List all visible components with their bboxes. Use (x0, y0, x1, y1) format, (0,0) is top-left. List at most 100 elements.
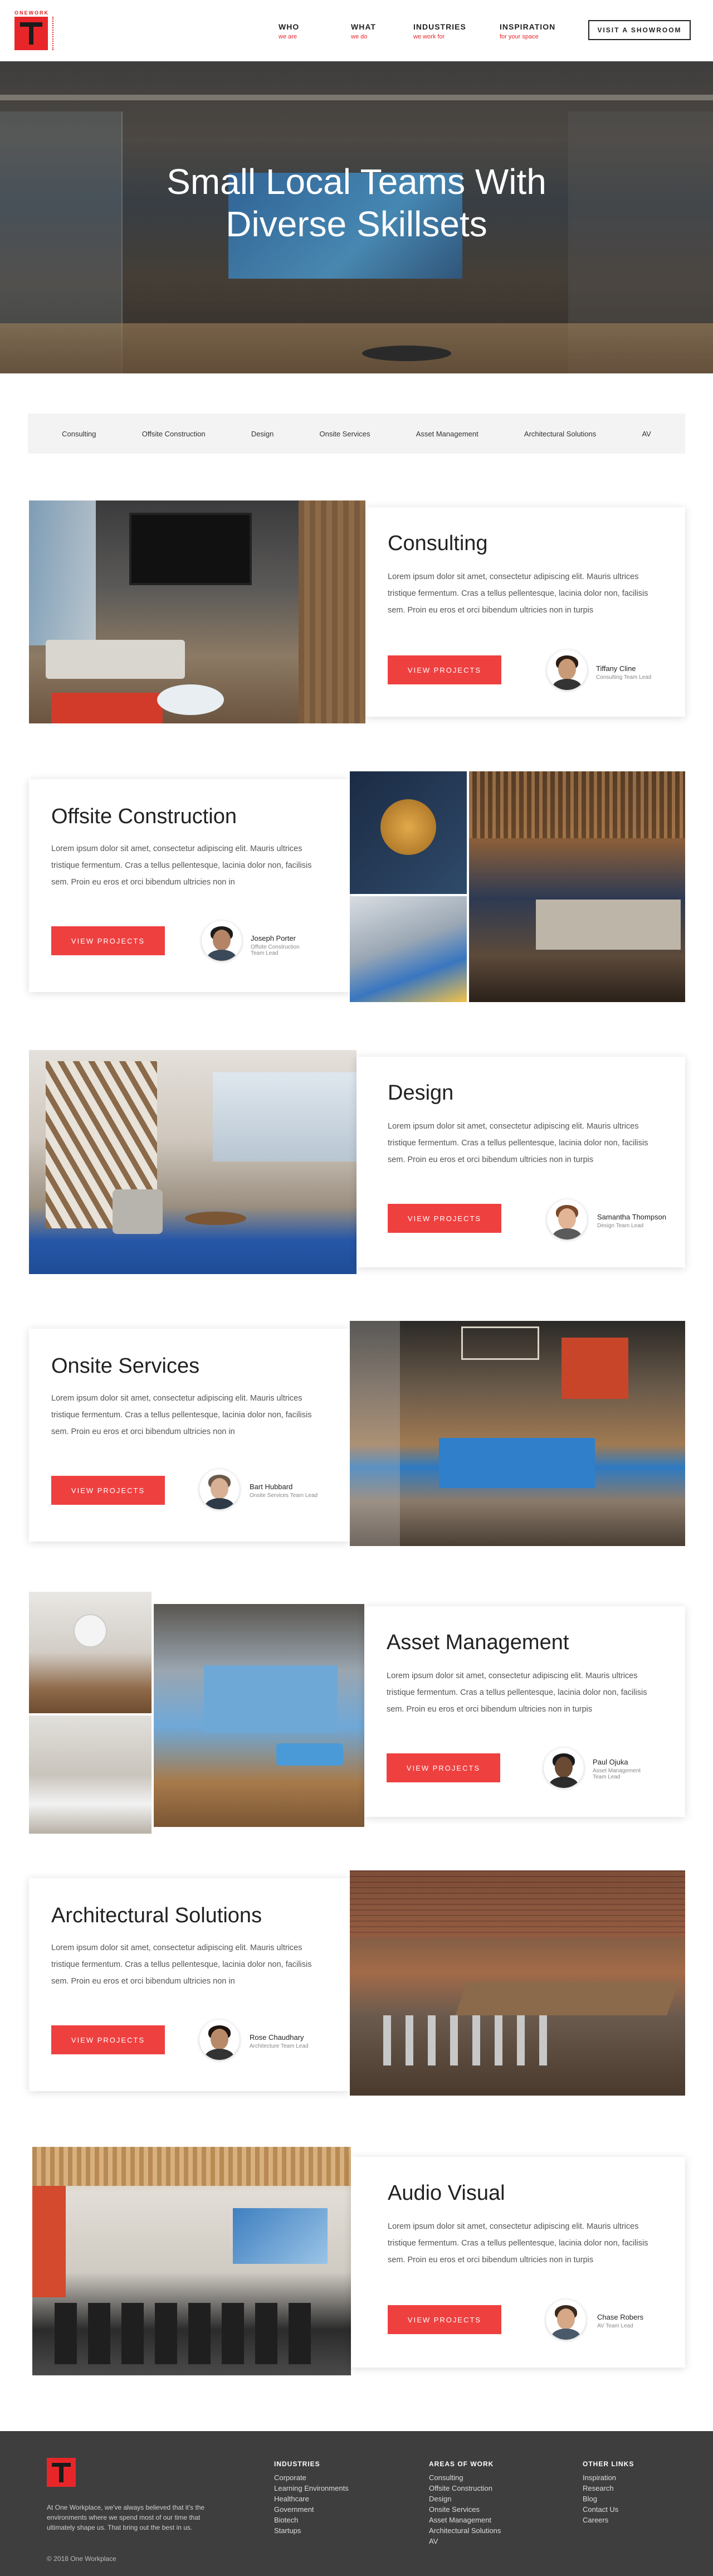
av-photo-chairs (55, 2303, 322, 2364)
nav-item-inspiration[interactable]: INSPIRATION for your space (500, 22, 578, 40)
nav-item-label: INDUSTRIES (413, 22, 466, 31)
nav-item-industries[interactable]: INDUSTRIES we work for (413, 22, 500, 40)
consulting-photo (29, 500, 365, 723)
hero-photo-ceiling-beam (0, 95, 713, 100)
asset-photo-pendant-lamp (74, 1614, 107, 1647)
tab-offsite-construction[interactable]: Offsite Construction (142, 430, 206, 438)
team-lead-avatar (544, 1748, 584, 1788)
team-lead-role: Design Team Lead (597, 1223, 644, 1229)
footer-link-offsite-construction[interactable]: Offsite Construction (429, 2483, 501, 2494)
hero-banner: Small Local Teams With Diverse Skillsets (0, 61, 713, 373)
footer-link-government[interactable]: Government (274, 2504, 349, 2515)
offsite-photo-logo-wall (350, 771, 467, 894)
architectural-solutions-photo (350, 1870, 685, 2096)
av-photo-ceiling-slats (32, 2147, 351, 2186)
audio-visual-photo (32, 2147, 351, 2375)
footer-link-research[interactable]: Research (583, 2483, 634, 2494)
footer-link-biotech[interactable]: Biotech (274, 2515, 349, 2525)
design-photo (29, 1050, 356, 1274)
team-lead-avatar (202, 921, 242, 961)
view-projects-button[interactable]: VIEW PROJECTS (387, 1753, 500, 1782)
section-title: Offsite Construction (51, 805, 237, 828)
view-projects-button[interactable]: VIEW PROJECTS (388, 1204, 501, 1233)
brand-logo[interactable]: ONEWORK (14, 10, 53, 50)
view-projects-button[interactable]: VIEW PROJECTS (388, 655, 501, 684)
footer-link-learning-environments[interactable]: Learning Environments (274, 2483, 349, 2494)
tab-consulting[interactable]: Consulting (62, 430, 96, 438)
footer-link-blog[interactable]: Blog (583, 2494, 634, 2504)
tab-asset-management[interactable]: Asset Management (416, 430, 478, 438)
asset-photo-lobby (154, 1604, 364, 1827)
section-body: Lorem ipsum dolor sit amet, consectetur … (51, 1943, 312, 1986)
nav-item-who[interactable]: WHO we are (279, 22, 351, 40)
footer-industries-column: INDUSTRIES Corporate Learning Environmen… (274, 2460, 349, 2536)
footer-link-design[interactable]: Design (429, 2494, 501, 2504)
footer-link-careers[interactable]: Careers (583, 2515, 634, 2525)
consulting-card: Consulting Lorem ipsum dolor sit amet, c… (365, 507, 685, 717)
view-projects-button[interactable]: VIEW PROJECTS (51, 1476, 165, 1505)
footer-link-startups[interactable]: Startups (274, 2525, 349, 2536)
consulting-photo-window (29, 500, 96, 645)
offsite-photo-cafe-bar (469, 771, 685, 1002)
tab-design[interactable]: Design (251, 430, 274, 438)
footer-link-asset-management[interactable]: Asset Management (429, 2515, 501, 2525)
site-header: ONEWORK WHO we are WHAT we do INDUSTRIES… (0, 0, 713, 61)
visit-showroom-button[interactable]: VISIT A SHOWROOM (588, 20, 691, 40)
footer-link-healthcare[interactable]: Healthcare (274, 2494, 349, 2504)
section-title: Onsite Services (51, 1354, 200, 1378)
team-lead-avatar (199, 2020, 240, 2060)
consulting-photo-sofa (46, 640, 185, 679)
onsite-services-photo (350, 1321, 685, 1546)
view-projects-button[interactable]: VIEW PROJECTS (51, 926, 165, 955)
hero-title: Small Local Teams With Diverse Skillsets (0, 161, 713, 245)
footer-link-onsite-services[interactable]: Onsite Services (429, 2504, 501, 2515)
footer-column-heading: OTHER LINKS (583, 2460, 634, 2468)
hero-photo-table (362, 346, 451, 361)
team-lead-name: Samantha Thompson (597, 1213, 667, 1221)
team-lead-avatar (199, 1469, 240, 1509)
team-lead-role: Consulting Team Lead (596, 674, 652, 681)
brand-wordmark: ONEWORK (14, 10, 49, 16)
footer-logo-mark-icon (47, 2458, 76, 2487)
hero-title-line-2: Diverse Skillsets (226, 204, 487, 244)
team-lead-name: Chase Robers (597, 2313, 644, 2321)
nav-item-label: INSPIRATION (500, 22, 556, 31)
footer-link-architectural-solutions[interactable]: Architectural Solutions (429, 2525, 501, 2536)
design-photo-chair (113, 1189, 163, 1234)
nav-item-label: WHO (279, 22, 300, 31)
footer-other-column: OTHER LINKS Inspiration Research Blog Co… (583, 2460, 634, 2525)
section-body: Lorem ipsum dolor sit amet, consectetur … (51, 1394, 312, 1436)
section-title: Consulting (388, 532, 488, 555)
footer-link-contact-us[interactable]: Contact Us (583, 2504, 634, 2515)
team-lead-role: AV Team Lead (597, 2323, 633, 2329)
section-title: Audio Visual (388, 2181, 505, 2205)
service-tabs: Consulting Offsite Construction Design O… (28, 414, 685, 454)
offsite-photo-logo-mark (380, 799, 436, 855)
team-lead-avatar (547, 650, 587, 690)
onsite-photo-red-wall (561, 1338, 628, 1399)
footer-link-consulting[interactable]: Consulting (429, 2472, 501, 2483)
arch-photo-brick-wall (350, 1870, 685, 1937)
footer-link-inspiration[interactable]: Inspiration (583, 2472, 634, 2483)
nav-item-what[interactable]: WHAT we do (351, 22, 413, 40)
footer-column-heading: INDUSTRIES (274, 2460, 320, 2468)
footer-link-av[interactable]: AV (429, 2536, 501, 2546)
view-projects-button[interactable]: VIEW PROJECTS (388, 2305, 501, 2334)
team-lead-name: Bart Hubbard (250, 1483, 293, 1491)
team-lead-role: Architecture Team Lead (250, 2043, 309, 2049)
view-projects-button[interactable]: VIEW PROJECTS (51, 2025, 165, 2054)
footer-copyright: © 2018 One Workplace (47, 2555, 116, 2563)
tab-av[interactable]: AV (642, 430, 651, 438)
team-lead-avatar (547, 1199, 587, 1240)
logo-mark-icon (14, 17, 48, 50)
onsite-photo-lead-sign (461, 1326, 539, 1360)
footer-logo[interactable] (47, 2453, 80, 2490)
tab-architectural-solutions[interactable]: Architectural Solutions (524, 430, 596, 438)
asset-management-card: Asset Management Lorem ipsum dolor sit a… (364, 1606, 685, 1817)
tab-onsite-services[interactable]: Onsite Services (319, 430, 370, 438)
nav-item-sublabel: we are (279, 33, 297, 40)
asset-photo-work-table (29, 1715, 152, 1834)
nav-item-sublabel: for your space (500, 33, 539, 40)
footer-link-corporate[interactable]: Corporate (274, 2472, 349, 2483)
audio-visual-card: Audio Visual Lorem ipsum dolor sit amet,… (351, 2157, 685, 2368)
